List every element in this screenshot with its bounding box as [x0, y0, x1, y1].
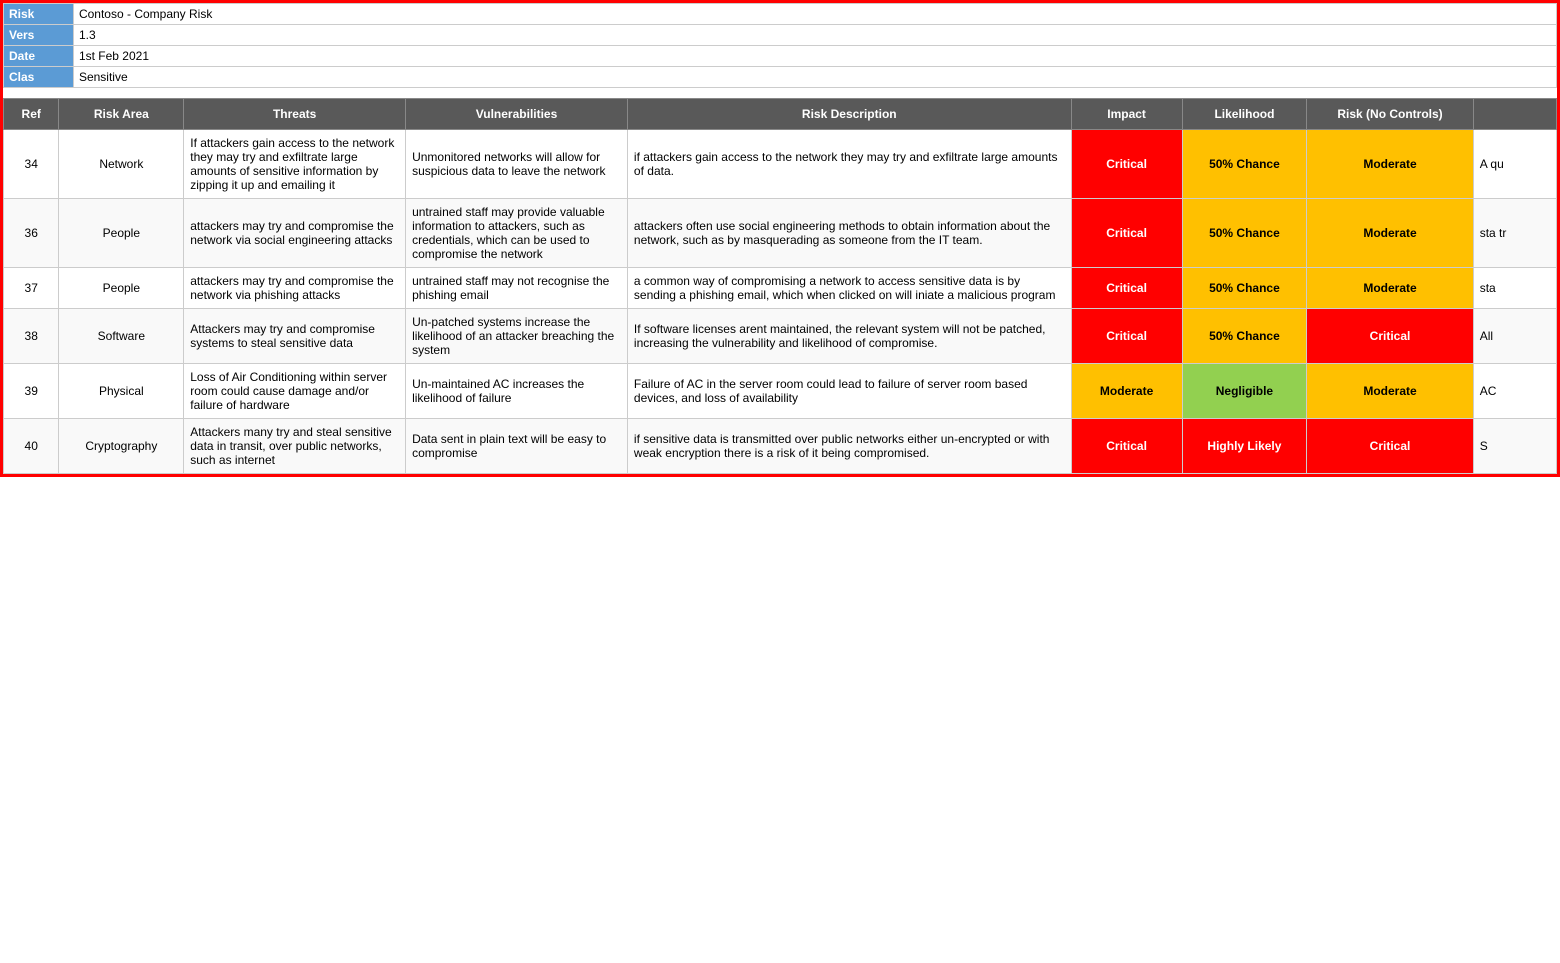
cell-extra: sta: [1473, 267, 1556, 308]
col-vulnerabilities: Vulnerabilities: [406, 98, 628, 129]
cell-risk-area: Network: [59, 129, 184, 198]
risk-value: Contoso - Company Risk: [73, 4, 1556, 25]
cell-likelihood: 50% Chance: [1182, 308, 1307, 363]
column-header-row: Ref Risk Area Threats Vulnerabilities Ri…: [4, 98, 1557, 129]
cell-impact: Moderate: [1071, 363, 1182, 418]
cell-risk-nc: Moderate: [1307, 129, 1473, 198]
cell-risk-nc: Moderate: [1307, 267, 1473, 308]
cell-impact: Critical: [1071, 308, 1182, 363]
cell-vulnerabilities: Un-patched systems increase the likeliho…: [406, 308, 628, 363]
cell-risk-description: attackers often use social engineering m…: [627, 198, 1071, 267]
cell-vulnerabilities: Unmonitored networks will allow for susp…: [406, 129, 628, 198]
cell-ref: 40: [4, 418, 59, 473]
cell-vulnerabilities: Un-maintained AC increases the likelihoo…: [406, 363, 628, 418]
cell-impact: Critical: [1071, 198, 1182, 267]
cell-vulnerabilities: Data sent in plain text will be easy to …: [406, 418, 628, 473]
meta-row-date: Date 1st Feb 2021: [4, 46, 1557, 67]
cell-ref: 38: [4, 308, 59, 363]
cell-threats: If attackers gain access to the network …: [184, 129, 406, 198]
cell-risk-area: People: [59, 198, 184, 267]
cell-risk-description: if attackers gain access to the network …: [627, 129, 1071, 198]
spacer-row: [4, 88, 1557, 98]
cell-vulnerabilities: untrained staff may not recognise the ph…: [406, 267, 628, 308]
cell-ref: 34: [4, 129, 59, 198]
version-label: Vers: [4, 25, 74, 46]
cell-likelihood: Highly Likely: [1182, 418, 1307, 473]
cell-risk-nc: Critical: [1307, 418, 1473, 473]
risk-table: Ref Risk Area Threats Vulnerabilities Ri…: [3, 98, 1557, 474]
cell-risk-description: If software licenses arent maintained, t…: [627, 308, 1071, 363]
cell-risk-nc: Moderate: [1307, 363, 1473, 418]
cell-risk-area: Software: [59, 308, 184, 363]
table-row: 36Peopleattackers may try and compromise…: [4, 198, 1557, 267]
meta-row-class: Clas Sensitive: [4, 67, 1557, 88]
cell-vulnerabilities: untrained staff may provide valuable inf…: [406, 198, 628, 267]
cell-impact: Critical: [1071, 129, 1182, 198]
col-ref: Ref: [4, 98, 59, 129]
table-row: 39PhysicalLoss of Air Conditioning withi…: [4, 363, 1557, 418]
cell-risk-nc: Critical: [1307, 308, 1473, 363]
cell-likelihood: Negligible: [1182, 363, 1307, 418]
cell-threats: Loss of Air Conditioning within server r…: [184, 363, 406, 418]
table-row: 40CryptographyAttackers many try and ste…: [4, 418, 1557, 473]
cell-extra: sta tr: [1473, 198, 1556, 267]
cell-ref: 39: [4, 363, 59, 418]
cell-impact: Critical: [1071, 418, 1182, 473]
class-value: Sensitive: [73, 67, 1556, 88]
cell-threats: Attackers many try and steal sensitive d…: [184, 418, 406, 473]
table-row: 34NetworkIf attackers gain access to the…: [4, 129, 1557, 198]
cell-likelihood: 50% Chance: [1182, 267, 1307, 308]
meta-row-version: Vers 1.3: [4, 25, 1557, 46]
cell-risk-description: if sensitive data is transmitted over pu…: [627, 418, 1071, 473]
cell-ref: 36: [4, 198, 59, 267]
cell-threats: attackers may try and compromise the net…: [184, 267, 406, 308]
cell-risk-description: a common way of compromising a network t…: [627, 267, 1071, 308]
main-container: Risk Contoso - Company Risk Vers 1.3 Dat…: [0, 0, 1560, 477]
cell-ref: 37: [4, 267, 59, 308]
cell-impact: Critical: [1071, 267, 1182, 308]
col-impact: Impact: [1071, 98, 1182, 129]
col-risk-description: Risk Description: [627, 98, 1071, 129]
class-label: Clas: [4, 67, 74, 88]
cell-extra: A qu: [1473, 129, 1556, 198]
risk-label: Risk: [4, 4, 74, 25]
table-row: 38SoftwareAttackers may try and compromi…: [4, 308, 1557, 363]
col-likelihood: Likelihood: [1182, 98, 1307, 129]
cell-extra: S: [1473, 418, 1556, 473]
date-value: 1st Feb 2021: [73, 46, 1556, 67]
cell-threats: Attackers may try and compromise systems…: [184, 308, 406, 363]
col-threats: Threats: [184, 98, 406, 129]
meta-table: Risk Contoso - Company Risk Vers 1.3 Dat…: [3, 3, 1557, 98]
table-row: 37Peopleattackers may try and compromise…: [4, 267, 1557, 308]
cell-risk-area: Cryptography: [59, 418, 184, 473]
cell-risk-description: Failure of AC in the server room could l…: [627, 363, 1071, 418]
col-risk-no-controls: Risk (No Controls): [1307, 98, 1473, 129]
version-value: 1.3: [73, 25, 1556, 46]
col-risk-area: Risk Area: [59, 98, 184, 129]
cell-threats: attackers may try and compromise the net…: [184, 198, 406, 267]
col-extra: [1473, 98, 1556, 129]
date-label: Date: [4, 46, 74, 67]
cell-risk-area: People: [59, 267, 184, 308]
cell-risk-area: Physical: [59, 363, 184, 418]
cell-extra: All: [1473, 308, 1556, 363]
cell-risk-nc: Moderate: [1307, 198, 1473, 267]
meta-row-risk: Risk Contoso - Company Risk: [4, 4, 1557, 25]
cell-extra: AC: [1473, 363, 1556, 418]
cell-likelihood: 50% Chance: [1182, 129, 1307, 198]
cell-likelihood: 50% Chance: [1182, 198, 1307, 267]
